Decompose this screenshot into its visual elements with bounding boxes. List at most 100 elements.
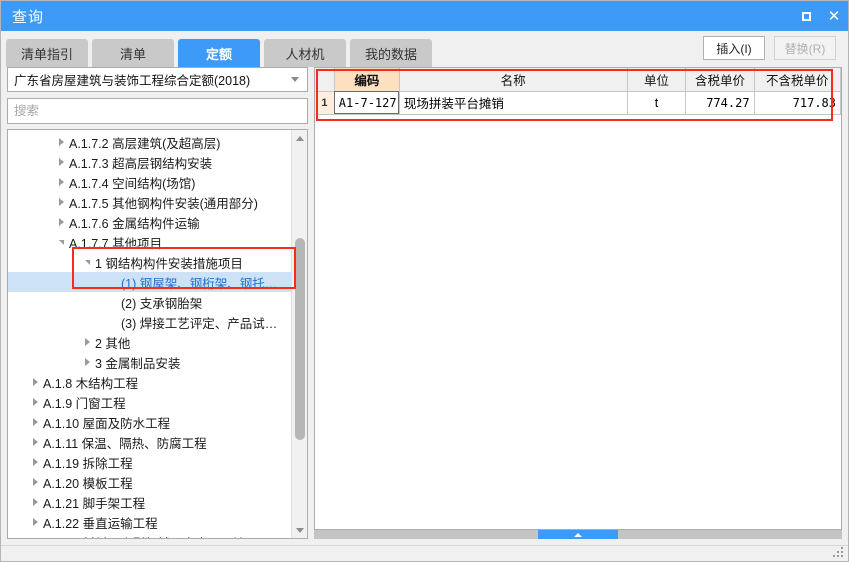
tree-item[interactable]: 3 金属制品安装	[8, 352, 291, 372]
tree-item[interactable]: A.1.7.5 其他钢构件安装(通用部分)	[8, 192, 291, 212]
tab-wodeshuju[interactable]: 我的数据	[350, 39, 432, 67]
chevron-right-icon[interactable]	[54, 158, 69, 166]
tree-item-label: A.1.7.4 空间结构(场馆)	[69, 176, 196, 191]
search-box[interactable]	[7, 98, 308, 124]
scrollbar-thumb[interactable]	[295, 238, 305, 440]
search-input[interactable]	[14, 104, 301, 118]
chevron-right-icon[interactable]	[28, 478, 43, 486]
tree-item[interactable]: A.1.8 木结构工程	[8, 372, 291, 392]
action-buttons: 插入(I) 替换(R)	[703, 36, 836, 60]
cell-name[interactable]: 现场拼装平台摊销	[399, 91, 628, 115]
column-header-unit[interactable]: 单位	[627, 68, 687, 92]
tab-bar: 清单指引 清单 定额 人材机 我的数据 插入(I) 替换(R)	[1, 31, 848, 67]
tree-item[interactable]: A.1.7.3 超高层钢结构安装	[8, 152, 291, 172]
catalog-tree-panel: A.1.7.2 高层建筑(及超高层) A.1.7.3 超高层钢结构安装 A.1.7.…	[7, 129, 308, 539]
replace-button: 替换(R)	[774, 36, 836, 60]
scroll-up-button[interactable]	[292, 130, 308, 146]
tree-item-label: (3) 焊接工艺评定、产品试…	[121, 316, 278, 331]
tree-item[interactable]: A.1.9 门窗工程	[8, 392, 291, 412]
catalog-select-value: 广东省房屋建筑与装饰工程综合定额(2018)	[14, 74, 251, 88]
chevron-right-icon[interactable]	[28, 418, 43, 426]
window-controls: ✕	[792, 1, 848, 31]
tree-item[interactable]: 1 钢结构构件安装措施项目	[8, 252, 291, 272]
tab-qingdan-zhiyin[interactable]: 清单指引	[6, 39, 88, 67]
bottom-splitter[interactable]	[314, 530, 842, 539]
chevron-right-icon[interactable]	[54, 218, 69, 226]
column-header-code[interactable]: 编码	[334, 68, 400, 92]
chevron-right-icon[interactable]	[28, 378, 43, 386]
tree-item-label: A.1.23 材料及小型机械二次水平运输	[43, 533, 245, 539]
tree-item[interactable]: A.1.7.7 其他项目	[8, 232, 291, 252]
catalog-tree[interactable]: A.1.7.2 高层建筑(及超高层) A.1.7.3 超高层钢结构安装 A.1.7.…	[8, 130, 291, 538]
chevron-up-icon	[574, 532, 582, 537]
tree-item-label: A.1.20 模板工程	[43, 476, 133, 491]
tree-item[interactable]: A.1.19 拆除工程	[8, 452, 291, 472]
result-grid-panel: 编码 名称 单位 含税单价 不含税单价 1 A1-7-127 现场拼装平台摊销 t 77…	[314, 67, 842, 530]
tree-item[interactable]: A.1.10 屋面及防水工程	[8, 412, 291, 432]
column-header-price-with-tax[interactable]: 含税单价	[685, 68, 755, 92]
tree-item-label: A.1.10 屋面及防水工程	[43, 416, 171, 431]
chevron-right-icon[interactable]	[80, 358, 95, 366]
left-panel: 广东省房屋建筑与装饰工程综合定额(2018) A.1.7.2 高层建筑(及超高层…	[7, 67, 308, 539]
insert-button[interactable]: 插入(I)	[703, 36, 765, 60]
chevron-down-icon[interactable]	[54, 239, 69, 245]
title-bar: 查询 ✕	[1, 1, 848, 31]
window-title: 查询	[12, 8, 45, 26]
chevron-right-icon[interactable]	[28, 398, 43, 406]
table-header-row: 编码 名称 单位 含税单价 不含税单价	[315, 68, 841, 92]
scroll-up-arrow-icon	[295, 135, 304, 141]
tree-item[interactable]: A.1.21 脚手架工程	[8, 492, 291, 512]
tree-item[interactable]: 2 其他	[8, 332, 291, 352]
tree-item-label: (2) 支承钢胎架	[121, 296, 203, 311]
catalog-select[interactable]: 广东省房屋建筑与装饰工程综合定额(2018)	[7, 67, 308, 92]
tree-scrollbar[interactable]	[291, 130, 307, 538]
row-number-cell: 1	[315, 91, 335, 115]
table-row[interactable]: 1 A1-7-127 现场拼装平台摊销 t 774.27 717.83	[315, 91, 841, 115]
tree-item-label: 1 钢结构构件安装措施项目	[95, 256, 243, 271]
tree-item[interactable]: (1) 钢屋架、钢桁架、钢托…	[8, 272, 291, 292]
tree-item[interactable]: A.1.23 材料及小型机械二次水平运输	[8, 532, 291, 539]
chevron-right-icon[interactable]	[28, 498, 43, 506]
chevron-right-icon[interactable]	[54, 198, 69, 206]
tree-item[interactable]: A.1.7.2 高层建筑(及超高层)	[8, 132, 291, 152]
maximize-button[interactable]	[792, 1, 820, 31]
tree-item-label: A.1.8 木结构工程	[43, 376, 139, 391]
cell-price-without-tax[interactable]: 717.83	[754, 91, 841, 115]
chevron-right-icon[interactable]	[54, 178, 69, 186]
tree-item-label: A.1.21 脚手架工程	[43, 496, 146, 511]
tab-qingdan[interactable]: 清单	[92, 39, 174, 67]
close-button[interactable]: ✕	[820, 1, 848, 31]
rownum-header	[315, 68, 335, 92]
query-dialog: 查询 ✕ 清单指引 清单 定额 人材机 我的数据 插入(I) 替换(R) 广东省…	[0, 0, 849, 562]
tree-item-label: A.1.11 保温、隔热、防腐工程	[43, 436, 207, 451]
chevron-right-icon[interactable]	[28, 438, 43, 446]
tree-item[interactable]: A.1.20 模板工程	[8, 472, 291, 492]
splitter-collapse-handle[interactable]	[538, 530, 618, 539]
chevron-right-icon[interactable]	[28, 518, 43, 526]
chevron-right-icon[interactable]	[54, 138, 69, 146]
status-bar	[1, 545, 848, 561]
right-panel: 编码 名称 单位 含税单价 不含税单价 1 A1-7-127 现场拼装平台摊销 t 77…	[314, 67, 842, 539]
cell-price-with-tax[interactable]: 774.27	[685, 91, 755, 115]
close-icon: ✕	[827, 7, 841, 25]
column-header-name[interactable]: 名称	[399, 68, 628, 92]
chevron-down-icon[interactable]	[80, 259, 95, 265]
cell-unit[interactable]: t	[627, 91, 687, 115]
tree-item[interactable]: A.1.7.4 空间结构(场馆)	[8, 172, 291, 192]
tab-rencaiji[interactable]: 人材机	[264, 39, 346, 67]
tab-dinge[interactable]: 定额	[178, 39, 260, 67]
tree-item-label: A.1.9 门窗工程	[43, 396, 126, 411]
column-header-price-without-tax[interactable]: 不含税单价	[754, 68, 841, 92]
cell-code[interactable]: A1-7-127	[334, 91, 400, 115]
tree-item-label: A.1.7.2 高层建筑(及超高层)	[69, 136, 221, 151]
tree-item[interactable]: A.1.11 保温、隔热、防腐工程	[8, 432, 291, 452]
tree-item[interactable]: (2) 支承钢胎架	[8, 292, 291, 312]
tree-item-label: A.1.7.7 其他项目	[69, 236, 163, 251]
tree-item[interactable]: A.1.7.6 金属结构件运输	[8, 212, 291, 232]
tree-item[interactable]: A.1.22 垂直运输工程	[8, 512, 291, 532]
chevron-right-icon[interactable]	[28, 458, 43, 466]
scroll-down-button[interactable]	[292, 522, 308, 538]
tree-item[interactable]: (3) 焊接工艺评定、产品试…	[8, 312, 291, 332]
chevron-right-icon[interactable]	[80, 338, 95, 346]
resize-grip[interactable]	[833, 547, 845, 559]
